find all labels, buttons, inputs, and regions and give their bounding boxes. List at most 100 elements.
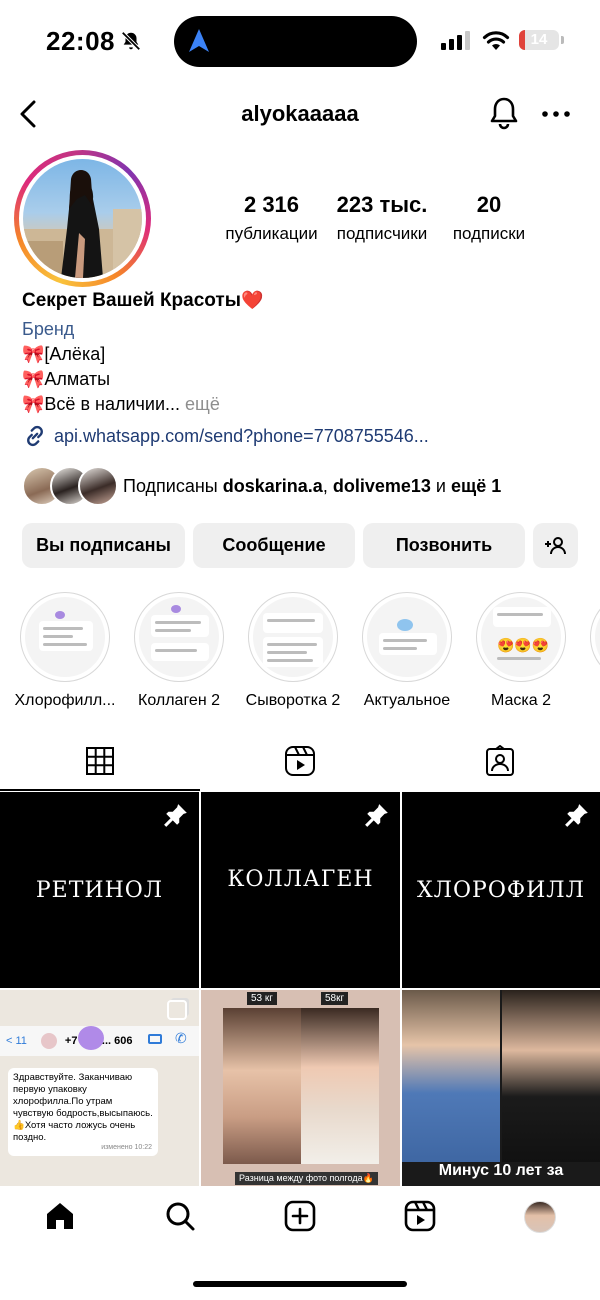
tab-reels[interactable] (200, 740, 400, 792)
photo-left (402, 990, 500, 1162)
highlight-item[interactable]: Хлорофилл... (10, 592, 120, 710)
photo-after (301, 1008, 379, 1164)
stat-following[interactable]: 20 подписки (439, 192, 539, 244)
highlight-circle (362, 592, 452, 682)
grid-icon (86, 747, 114, 775)
bell-slash-icon (121, 31, 141, 51)
highlight-cover (253, 597, 333, 677)
bio-link[interactable]: api.whatsapp.com/send?phone=7708755546..… (22, 423, 582, 449)
home-icon[interactable] (44, 1200, 76, 1232)
reels-icon[interactable] (404, 1200, 436, 1232)
stat-label: подписчики (336, 224, 428, 243)
highlight-cover (139, 597, 219, 677)
pin-icon (565, 804, 588, 827)
followed-prefix: Подписаны (123, 475, 218, 496)
highlight-label: Маска 2 (491, 692, 551, 709)
highlight-label: Сыворотка 2 (245, 692, 341, 709)
search-icon[interactable] (164, 1200, 196, 1232)
profile-bio: Секрет Вашей Красоты❤️ Бренд 🎀[Алёка] 🎀А… (22, 288, 582, 449)
highlight-cover (25, 597, 105, 677)
followed-by[interactable]: Подписаны doskarina.a, doliveme13 и ещё … (22, 466, 501, 506)
stat-value: 20 (476, 192, 502, 217)
followed-user: doliveme13 (332, 475, 431, 496)
bio-link-text: api.whatsapp.com/send?phone=7708755546..… (54, 425, 429, 446)
message-button[interactable]: Сообщение (193, 523, 355, 568)
wifi-icon (482, 31, 510, 50)
bio-name-line: Секрет Вашей Красоты❤️ (22, 288, 582, 313)
highlight-label: Коллаген 2 (138, 692, 220, 709)
signal-icon (441, 31, 470, 50)
bio-category[interactable]: Бренд (22, 317, 582, 342)
bio-line: 🎀[Алёка] (22, 342, 582, 367)
multi-post-icon (167, 1000, 187, 1020)
photo-right (502, 990, 600, 1162)
bio-line-text: Алматы (44, 369, 111, 389)
profile-stats: 2 316 публикации 223 тыс. подписчики 20 … (218, 192, 548, 244)
stat-value: 2 316 (243, 192, 300, 217)
highlight-item[interactable]: Коллаген 2 (124, 592, 234, 710)
profile-avatar-ring[interactable] (14, 150, 151, 287)
stat-value: 223 тыс. (336, 192, 428, 217)
weight-label-left: 53 кг (247, 992, 277, 1005)
link-icon (27, 425, 43, 447)
following-button[interactable]: Вы подписаны (22, 523, 185, 568)
add-user-button[interactable] (533, 523, 578, 568)
grid-post[interactable]: РЕТИНОЛ (0, 792, 199, 988)
profile-avatar[interactable] (524, 1201, 556, 1233)
tab-posts[interactable] (0, 740, 200, 792)
highlight-cover (595, 597, 600, 677)
weight-label-right: 58кг (321, 992, 349, 1005)
stat-posts[interactable]: 2 316 публикации (218, 192, 325, 244)
location-arrow-icon (189, 29, 209, 52)
add-person-icon (544, 536, 566, 554)
avatar-inner (19, 155, 146, 282)
avatar (78, 466, 118, 506)
stat-label: публикации (225, 224, 318, 243)
grid-post[interactable]: < 11 +7 707 ... 606 ✆ Здравствуйте. Зака… (0, 990, 199, 1186)
highlight-cover: 😍😍😍 (481, 597, 561, 677)
highlight-cover (367, 597, 447, 677)
avatar-figure (23, 170, 142, 278)
bio-line: 🎀Всё в наличии... ещё (22, 392, 582, 417)
post-title: ХЛОРОФИЛЛ (416, 877, 586, 903)
highlight-item[interactable]: Р (580, 592, 600, 710)
grid-post[interactable]: Минус 10 лет за (402, 990, 600, 1186)
chat-message-meta: изменено 10:22 (101, 1144, 152, 1151)
tab-tagged[interactable] (400, 740, 600, 792)
active-tab-indicator (0, 789, 200, 791)
grid-post[interactable]: ХЛОРОФИЛЛ (402, 792, 600, 988)
highlight-circle: 😍😍😍 (476, 592, 566, 682)
bottom-nav (0, 1186, 600, 1256)
highlight-label: Р (580, 692, 600, 710)
highlight-item[interactable]: 😍😍😍 Маска 2 (466, 592, 576, 710)
home-indicator[interactable] (193, 1281, 407, 1287)
profile-actions: Вы подписаны Сообщение Позвонить (22, 523, 578, 568)
bio-more-link[interactable]: ещё (185, 394, 220, 414)
bio-name: Секрет Вашей Красоты (22, 290, 241, 311)
stat-followers[interactable]: 223 тыс. подписчики (325, 192, 439, 244)
bio-line-text: Всё в наличии... (44, 394, 181, 414)
create-icon[interactable] (284, 1200, 316, 1232)
bell-icon[interactable] (488, 96, 520, 130)
followed-text: Подписаны doskarina.a, doliveme13 и ещё … (123, 476, 501, 497)
battery-level: 14 (530, 31, 548, 48)
grid-post[interactable]: КОЛЛАГЕН (201, 792, 400, 988)
video-icon (148, 1034, 162, 1044)
reels-icon (285, 746, 315, 776)
bio-line-text: [Алёка] (44, 344, 106, 364)
highlight-circle (248, 592, 338, 682)
grid-post[interactable]: 53 кг 58кг Разница между фото полгода🔥 (201, 990, 400, 1186)
post-title: РЕТИНОЛ (35, 877, 164, 903)
posts-grid: РЕТИНОЛ КОЛЛАГЕН ХЛОРОФИЛЛ < 11 +7 707 .… (0, 792, 600, 1186)
post-caption: Минус 10 лет за (438, 1162, 564, 1179)
pin-icon (365, 804, 388, 827)
more-icon[interactable] (540, 100, 572, 128)
battery-cap (561, 36, 564, 44)
followed-separator: , (322, 475, 328, 496)
profile-tabs (0, 740, 600, 792)
bio-line: 🎀Алматы (22, 367, 582, 392)
highlight-item[interactable]: Актуальное (352, 592, 462, 710)
highlight-circle (590, 592, 600, 682)
highlight-item[interactable]: Сыворотка 2 (238, 592, 348, 710)
call-button[interactable]: Позвонить (363, 523, 525, 568)
